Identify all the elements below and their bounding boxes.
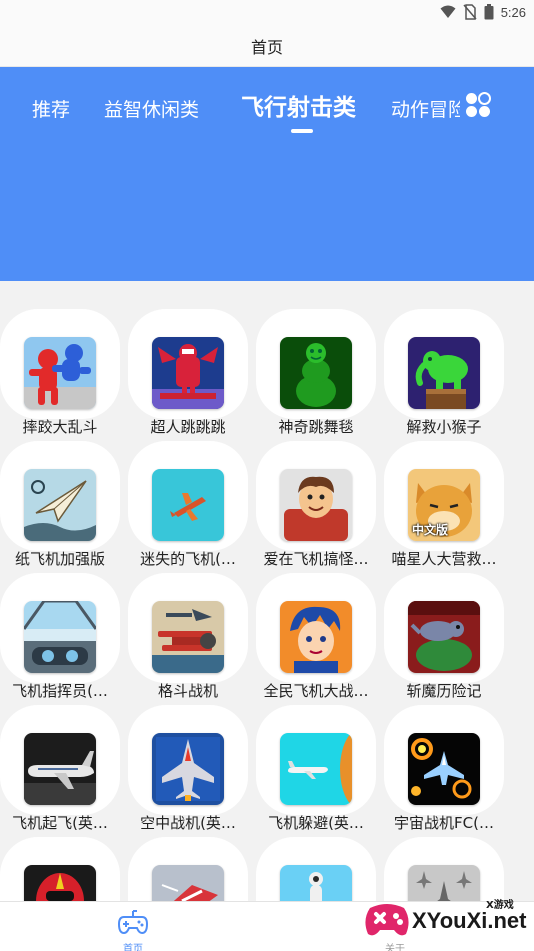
space-fighter-game-icon [408, 733, 480, 805]
cartoon-boy-game-icon [280, 469, 352, 541]
game-name: 飞机指挥员(… [12, 682, 108, 700]
game-list: 摔跤大乱斗 超人跳跳跳 神奇跳舞毯 解救小猴子 纸飞机加强版 迷失的飞机(… 爱… [0, 281, 534, 901]
plane-game-icon [152, 469, 224, 541]
game-name: 迷失的飞机(… [140, 550, 236, 568]
category-tabs: 推荐 益智休闲类 飞行射击类 动作冒险类 [0, 67, 460, 147]
status-icons: 5:26 [440, 4, 526, 20]
tab-action-adventure[interactable]: 动作冒险类 [391, 95, 460, 122]
game-name: 爱在飞机搞怪… [263, 550, 369, 568]
wifi-icon [440, 5, 456, 18]
game-name: 飞机起飞(英… [12, 814, 108, 832]
status-bar: 5:26 [0, 0, 534, 25]
site-watermark: X游戏 XYouXi.net [360, 882, 530, 948]
no-sim-icon [463, 4, 477, 20]
game-name: 全民飞机大战… [263, 682, 369, 700]
game-name: 宇宙战机FC(… [394, 814, 494, 832]
category-grid-icon[interactable] [464, 91, 492, 119]
game-card[interactable]: 神奇跳舞毯 [256, 309, 376, 437]
biplane-game-icon [152, 601, 224, 673]
game-card[interactable]: 格斗战机 [128, 573, 248, 701]
nav-home[interactable]: 首页 [108, 906, 158, 951]
superhero-game-icon [152, 337, 224, 409]
watermark-logo-icon [365, 904, 409, 936]
dodge-plane-game-icon [280, 733, 352, 805]
nav-home-label: 首页 [123, 944, 143, 951]
battery-icon [484, 4, 494, 20]
game-name: 纸飞机加强版 [14, 550, 105, 568]
game-name: 斩魔历险记 [406, 682, 482, 700]
active-tab-indicator [291, 129, 313, 133]
game-name: 超人跳跳跳 [150, 418, 226, 436]
chinese-version-badge: 中文版 [412, 523, 449, 537]
status-time: 5:26 [500, 4, 526, 20]
gamepad-icon [118, 910, 148, 935]
airliner-game-icon [24, 733, 96, 805]
tab-flight-shooting[interactable]: 飞行射击类 [241, 88, 356, 122]
fighter-jet-game-icon [152, 733, 224, 805]
game-name: 格斗战机 [157, 682, 218, 700]
game-card[interactable]: 解救小猴子 [384, 309, 504, 437]
game-card[interactable]: 超人跳跳跳 [128, 309, 248, 437]
game-card[interactable]: 纸飞机加强版 [0, 441, 120, 569]
paper-plane-game-icon [24, 469, 96, 541]
game-card[interactable]: 宇宙战机FC(… [384, 705, 504, 833]
dance-game-icon [280, 337, 352, 409]
game-name: 飞机躲避(英… [268, 814, 364, 832]
app-bar: 首页 [0, 25, 534, 67]
game-name: 摔跤大乱斗 [22, 418, 98, 436]
rocket-game-icon [280, 865, 352, 901]
game-card[interactable]: 斩魔历险记 [384, 573, 504, 701]
game-name: 空中战机(英… [140, 814, 236, 832]
game-card[interactable]: 飞机起飞(英… [0, 705, 120, 833]
jet-race-game-icon [152, 865, 224, 901]
wrestling-game-icon [24, 337, 96, 409]
page-title: 首页 [250, 37, 283, 57]
game-card[interactable]: 飞机指挥员(… [0, 573, 120, 701]
tab-recommend[interactable]: 推荐 [32, 95, 70, 122]
monster-game-icon [408, 601, 480, 673]
game-card[interactable]: 摔跤大乱斗 [0, 309, 120, 437]
game-name: 喵星人大营救… [391, 550, 497, 568]
watermark-text: XYouXi.net [412, 908, 527, 933]
game-card[interactable]: 飞机躲避(英… [256, 705, 376, 833]
elephant-game-icon [408, 337, 480, 409]
game-card[interactable]: 全民飞机大战… [256, 573, 376, 701]
game-name: 神奇跳舞毯 [278, 418, 354, 436]
anime-pilot-game-icon [280, 601, 352, 673]
game-card[interactable] [128, 837, 248, 901]
game-card[interactable]: 空中战机(英… [128, 705, 248, 833]
game-card[interactable]: 迷失的飞机(… [128, 441, 248, 569]
ranger-game-icon [24, 865, 96, 901]
cockpit-game-icon [24, 601, 96, 673]
game-card[interactable] [0, 837, 120, 901]
cat-game-icon: 中文版 [408, 469, 480, 541]
tab-puzzle-casual[interactable]: 益智休闲类 [104, 95, 199, 122]
game-card[interactable]: 中文版 喵星人大营救… [384, 441, 504, 569]
category-banner: 推荐 益智休闲类 飞行射击类 动作冒险类 [0, 67, 534, 281]
game-name: 解救小猴子 [406, 418, 482, 436]
game-card[interactable]: 爱在飞机搞怪… [256, 441, 376, 569]
game-card[interactable] [256, 837, 376, 901]
